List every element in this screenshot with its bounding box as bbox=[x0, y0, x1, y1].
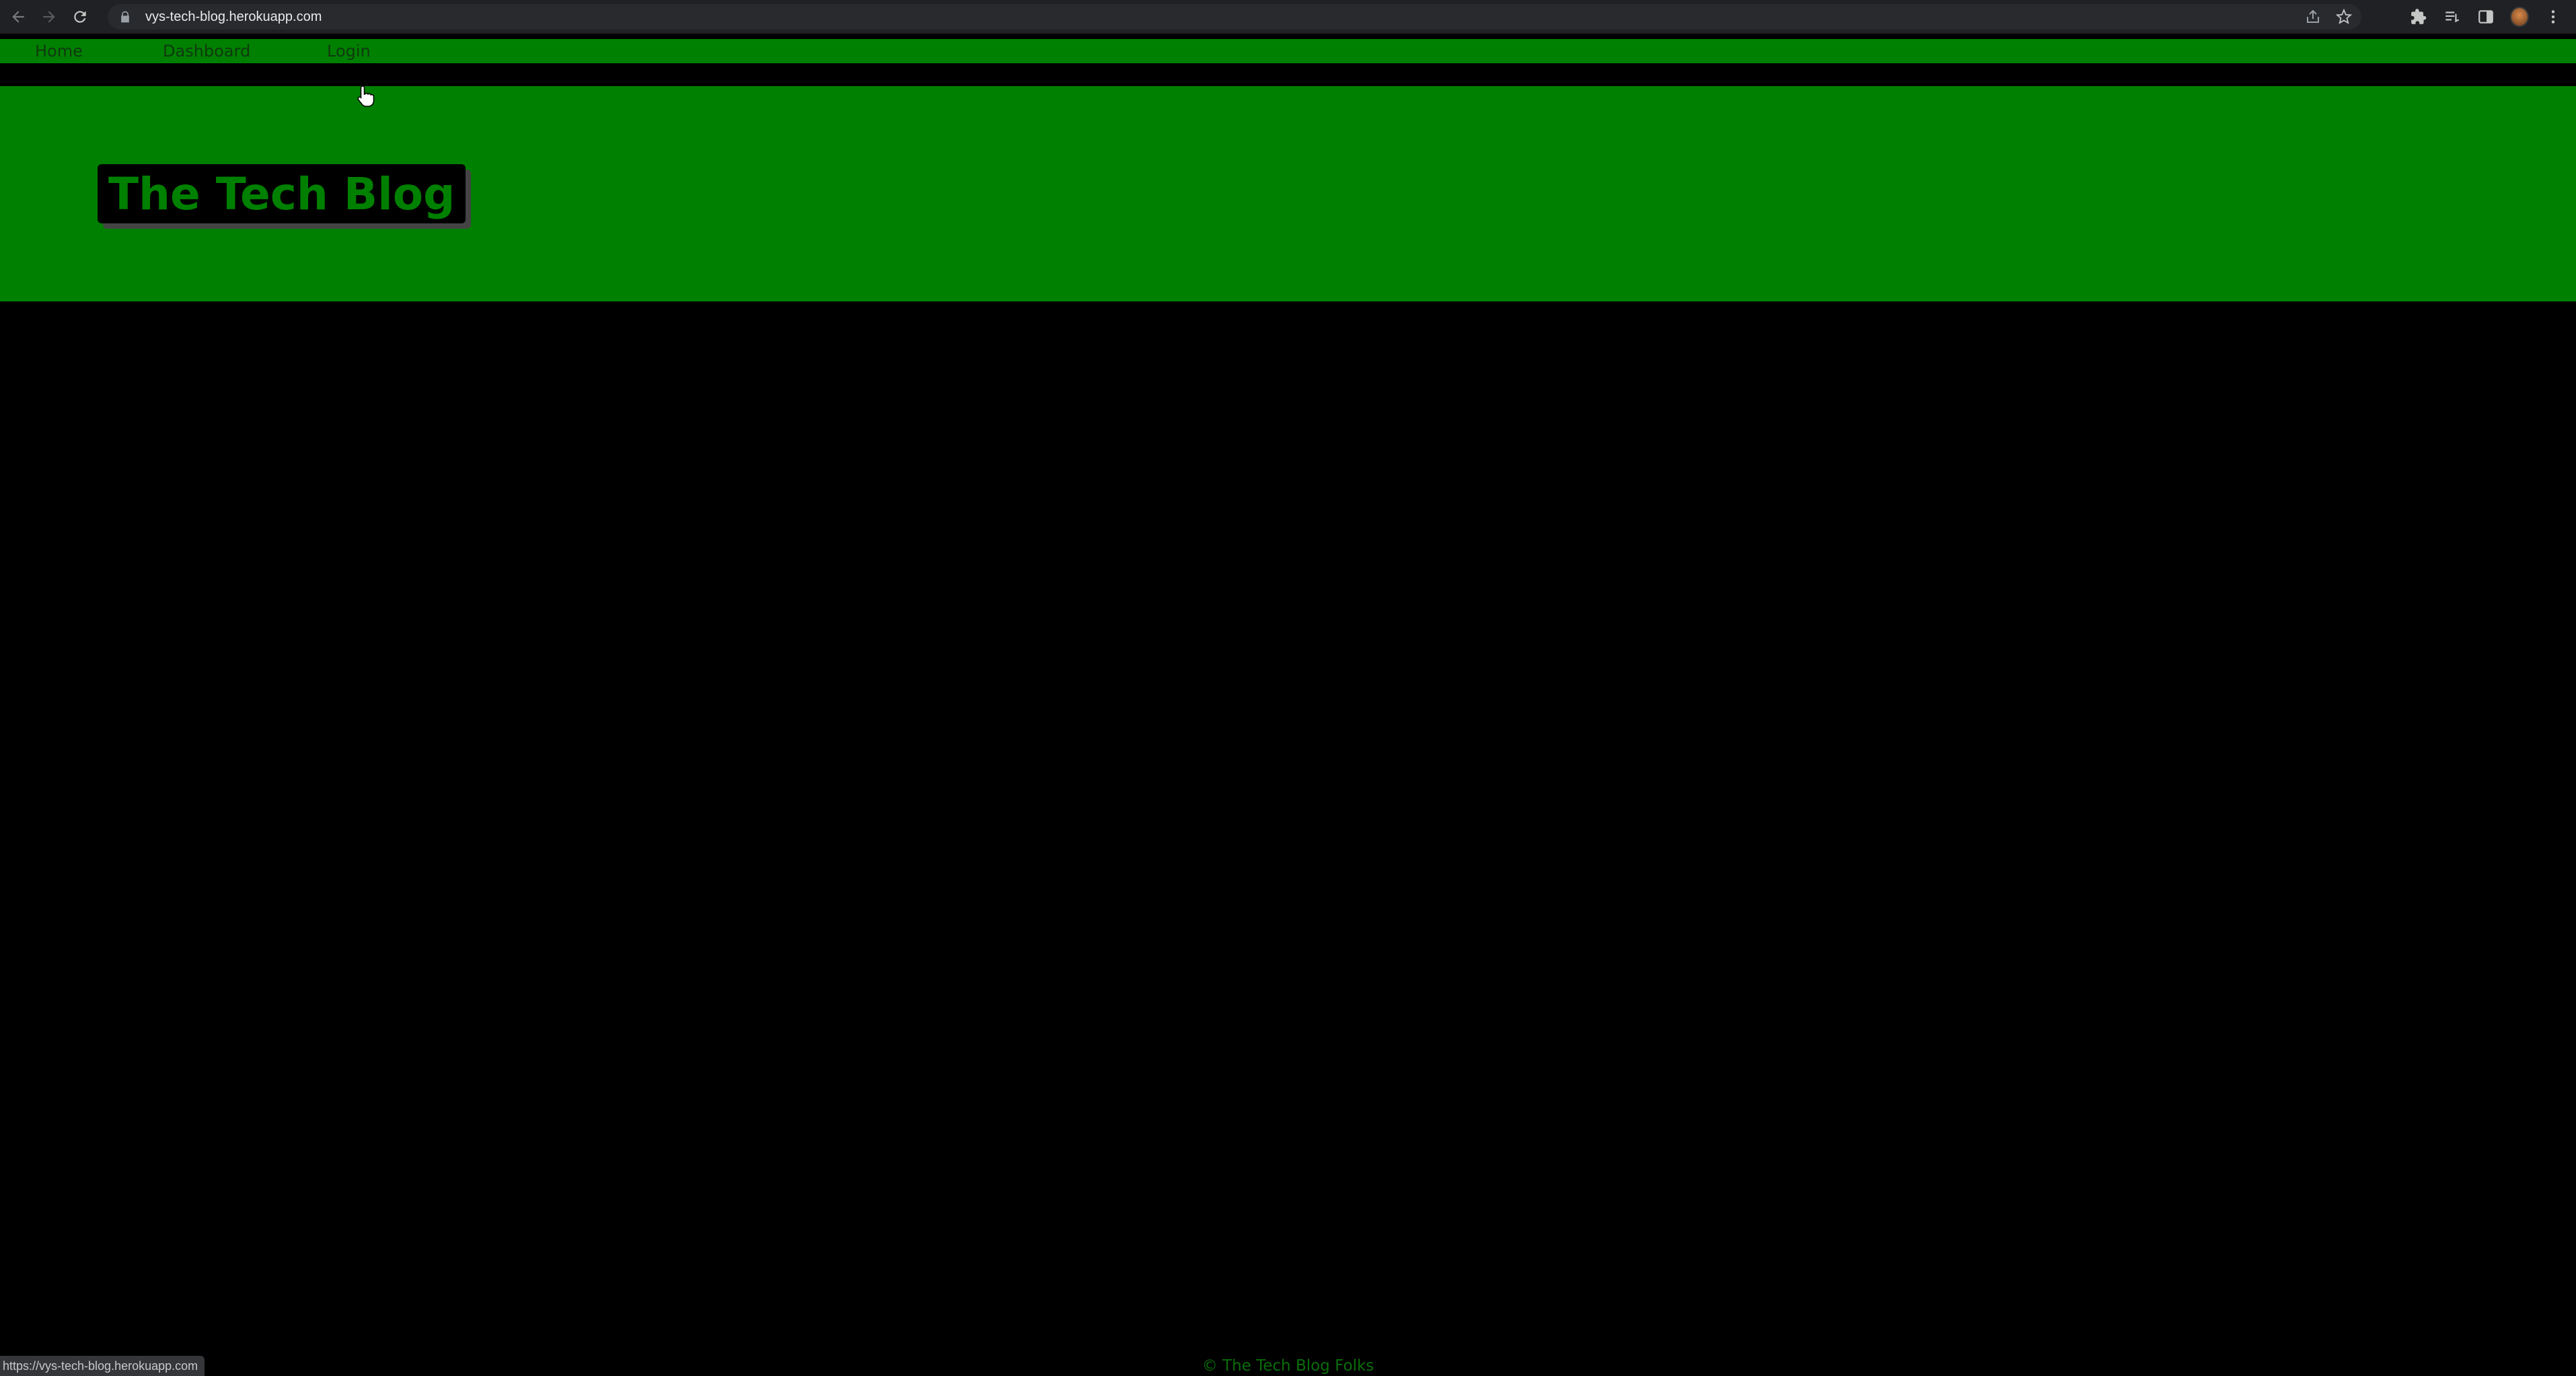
nav-home-link[interactable]: Home bbox=[35, 39, 83, 63]
avatar bbox=[2510, 7, 2529, 27]
status-bar-url: https://vys-tech-blog.herokuapp.com bbox=[0, 1356, 205, 1376]
back-button[interactable] bbox=[5, 4, 31, 30]
site-title: The Tech Blog bbox=[108, 168, 455, 220]
share-icon[interactable] bbox=[2305, 9, 2321, 25]
reload-icon bbox=[74, 11, 86, 23]
extensions-button[interactable] bbox=[2409, 7, 2428, 26]
top-navigation: Home Dashboard Login bbox=[0, 39, 2576, 63]
puzzle-icon bbox=[2411, 9, 2427, 24]
nav-dashboard-link[interactable]: Dashboard bbox=[163, 39, 250, 63]
arrow-left-icon bbox=[12, 11, 24, 23]
hand-pointer-icon bbox=[357, 85, 375, 107]
address-url[interactable]: vys-tech-blog.herokuapp.com bbox=[145, 9, 322, 25]
site-title-box: The Tech Blog bbox=[98, 164, 466, 223]
address-bar[interactable]: vys-tech-blog.herokuapp.com bbox=[108, 4, 2361, 30]
reading-list-icon bbox=[2445, 11, 2460, 23]
lock-icon bbox=[121, 11, 129, 23]
nav-login-link[interactable]: Login bbox=[327, 39, 371, 63]
reading-list-button[interactable] bbox=[2443, 7, 2462, 26]
footer-copyright: © The Tech Blog Folks bbox=[1202, 1357, 1374, 1375]
bookmark-star-icon[interactable] bbox=[2336, 9, 2352, 25]
menu-button[interactable] bbox=[2544, 7, 2563, 26]
reload-button[interactable] bbox=[67, 4, 93, 30]
kebab-menu-icon bbox=[2551, 10, 2555, 24]
web-page: Home Dashboard Login The Tech Blog © The… bbox=[0, 34, 2576, 1376]
side-panel-icon bbox=[2478, 10, 2493, 24]
arrow-right-icon bbox=[43, 11, 55, 23]
hero-banner: The Tech Blog bbox=[0, 86, 2576, 301]
side-panel-button[interactable] bbox=[2476, 7, 2495, 26]
forward-button[interactable] bbox=[36, 4, 62, 30]
browser-toolbar: vys-tech-blog.herokuapp.com bbox=[0, 0, 2576, 34]
profile-button[interactable] bbox=[2510, 7, 2529, 27]
